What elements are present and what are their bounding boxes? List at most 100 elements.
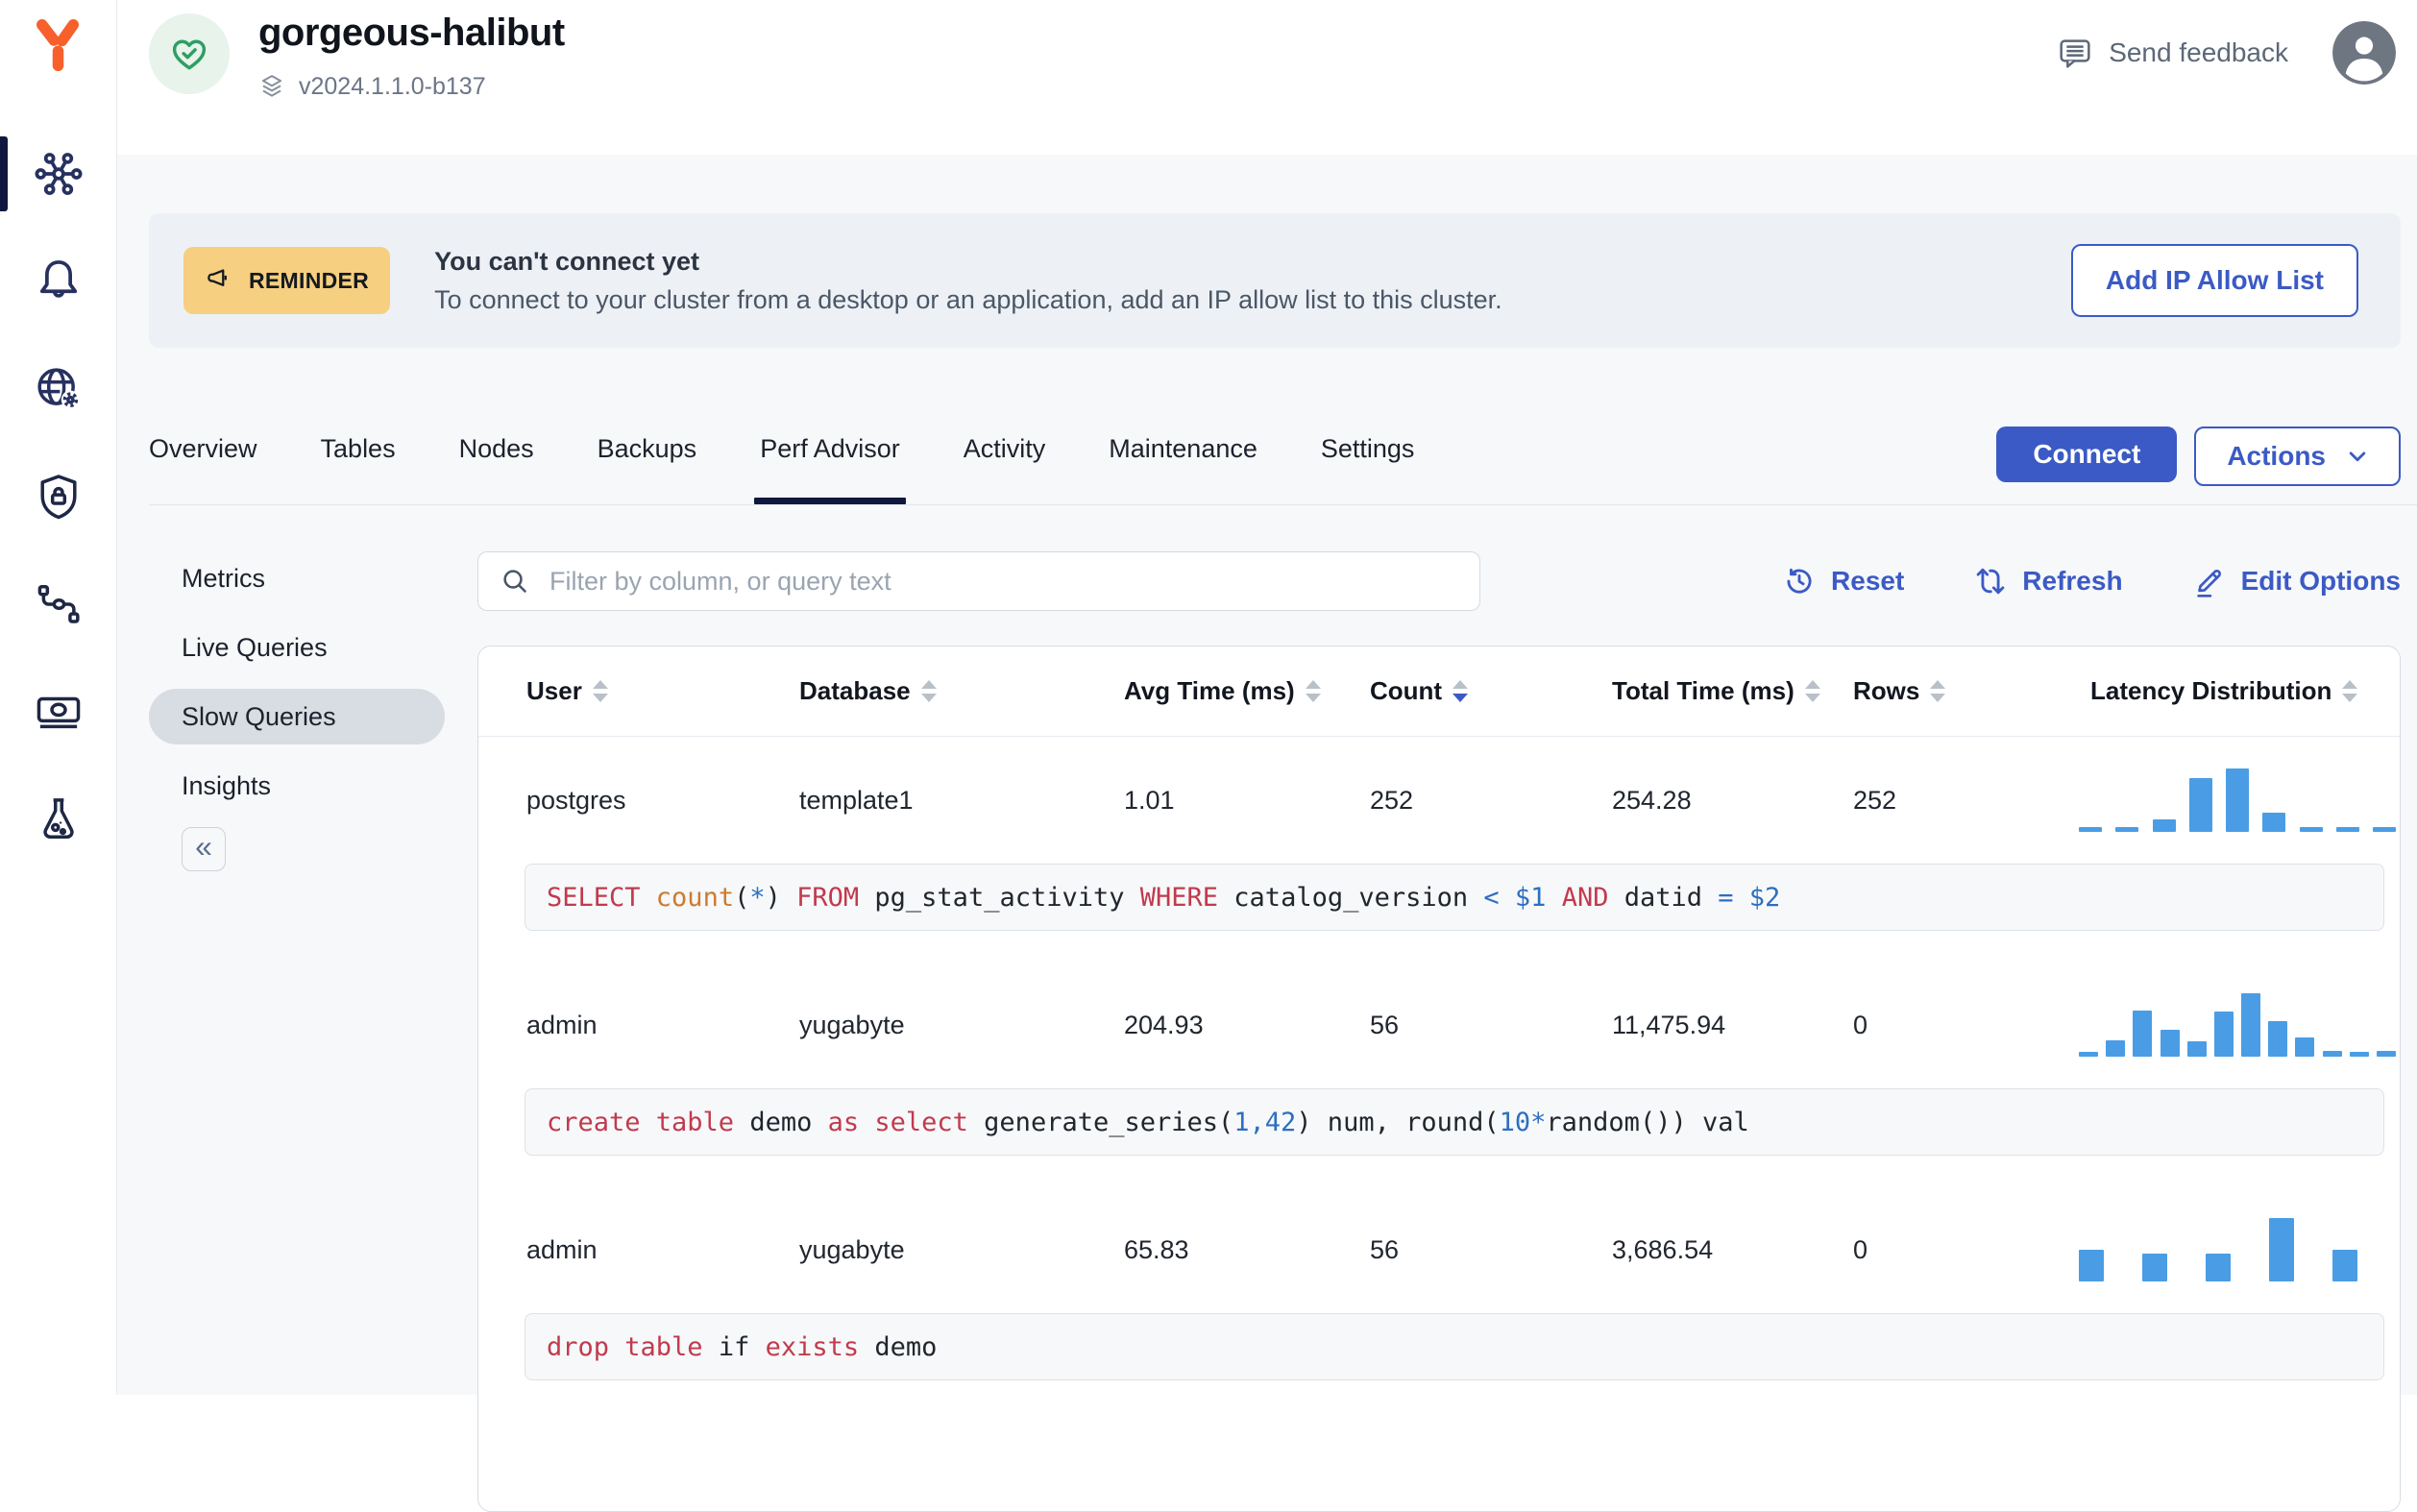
- sort-up-arrow: [1453, 680, 1469, 689]
- cell-avg-time-ms: 65.83: [1124, 1234, 1189, 1264]
- reminder-banner: REMINDER You can't connect yet To connec…: [149, 213, 2401, 348]
- latency-histogram: [2079, 1218, 2357, 1281]
- edit-pencil-icon: [2196, 570, 2221, 597]
- sidebar-item-integrations[interactable]: [32, 577, 85, 631]
- slow-queries-table: User Database Avg Time (ms) Count Total Time…: [477, 646, 2401, 1512]
- banner-text: You can't connect yet To connect to your…: [434, 247, 1502, 315]
- sql-token: pg_stat_activity: [874, 882, 1140, 913]
- tab-tables[interactable]: Tables: [321, 434, 396, 504]
- panel-toolbar: Reset Refresh: [477, 550, 2401, 612]
- sort-icon: [592, 680, 608, 702]
- histogram-bar: [2133, 1011, 2153, 1057]
- table-body: postgres template1 1.01 252 254.28 252 SELECT …: [478, 737, 2400, 1380]
- reset-button[interactable]: Reset: [1782, 564, 1904, 598]
- table-row[interactable]: postgres template1 1.01 252 254.28 252: [478, 737, 2400, 864]
- sort-down-arrow: [2342, 694, 2358, 702]
- histogram-bar: [2079, 1250, 2104, 1281]
- cell-user: postgres: [526, 785, 626, 815]
- sql-token: FROM: [796, 882, 875, 913]
- column-header-user[interactable]: User: [526, 676, 799, 706]
- toolbar-links: Reset Refresh Edit Options: [1782, 564, 2401, 598]
- subnav-item-live-queries[interactable]: Live Queries: [149, 620, 445, 675]
- subnav-item-metrics[interactable]: Metrics: [149, 550, 445, 606]
- shield-lock-icon: [39, 475, 77, 520]
- tab-activity[interactable]: Activity: [964, 434, 1046, 504]
- sql-token: =: [1718, 882, 1749, 913]
- sidebar-item-billing[interactable]: [32, 685, 85, 739]
- cell-user: admin: [526, 1234, 598, 1264]
- sql-token: *: [1530, 1107, 1547, 1137]
- cell-user: admin: [526, 1010, 598, 1039]
- column-header-rows[interactable]: Rows: [1853, 676, 2090, 706]
- sort-icon: [1453, 680, 1469, 702]
- sidebar-item-network[interactable]: [32, 362, 85, 416]
- sidebar-item-security[interactable]: [32, 470, 85, 524]
- bell-icon: [39, 260, 77, 298]
- sql-token: 10: [1499, 1107, 1531, 1137]
- tab-label: Backups: [597, 434, 697, 463]
- avatar-person-icon: [2332, 21, 2396, 85]
- filter-input[interactable]: [548, 565, 1460, 597]
- sql-token: drop table: [547, 1331, 719, 1362]
- version-label: v2024.1.1.0-b137: [299, 72, 486, 100]
- histogram-bar: [2152, 819, 2176, 832]
- sql-token: datid: [1624, 882, 1719, 913]
- tab-settings[interactable]: Settings: [1321, 434, 1415, 504]
- tab-overview[interactable]: Overview: [149, 434, 257, 504]
- refresh-button[interactable]: Refresh: [1973, 564, 2123, 598]
- histogram-bar: [2188, 778, 2212, 832]
- tab-backups[interactable]: Backups: [598, 434, 697, 504]
- tab-maintenance[interactable]: Maintenance: [1109, 434, 1257, 504]
- edit-options-button[interactable]: Edit Options: [2192, 564, 2401, 598]
- column-header-total-time-ms[interactable]: Total Time (ms): [1612, 676, 1853, 706]
- subnav-item-slow-queries[interactable]: Slow Queries: [149, 689, 445, 744]
- refresh-label: Refresh: [2022, 566, 2123, 596]
- table-row[interactable]: admin yugabyte 65.83 56 3,686.54 0: [478, 1186, 2400, 1313]
- column-header-database[interactable]: Database: [799, 676, 1124, 706]
- sort-icon: [1930, 680, 1946, 702]
- sql-token: <: [1483, 882, 1515, 913]
- column-header-latency-distribution[interactable]: Latency Distribution: [2090, 676, 2384, 706]
- histogram-bar: [2115, 827, 2139, 832]
- active-tab-underline: [754, 498, 906, 504]
- tab-buttons: Connect Actions: [1996, 427, 2401, 486]
- banner-message: To connect to your cluster from a deskto…: [434, 284, 1502, 314]
- column-header-avg-time-ms[interactable]: Avg Time (ms): [1124, 676, 1370, 706]
- cluster-version: v2024.1.1.0-b137: [256, 71, 486, 102]
- sort-down-arrow: [592, 694, 608, 702]
- connect-button[interactable]: Connect: [1996, 427, 2178, 482]
- histogram-bar: [2349, 1052, 2369, 1057]
- topbar-right: Send feedback: [2056, 21, 2396, 85]
- table-row[interactable]: admin yugabyte 204.93 56 11,475.94 0: [478, 962, 2400, 1088]
- add-ip-allow-list-button[interactable]: Add IP Allow List: [2070, 244, 2358, 317]
- histogram-bar: [2226, 768, 2249, 832]
- yugabyte-logo-icon[interactable]: [29, 15, 86, 75]
- sidebar-item-alerts[interactable]: [32, 255, 85, 308]
- user-avatar[interactable]: [2332, 21, 2396, 85]
- megaphone-icon: [208, 269, 227, 286]
- actions-button[interactable]: Actions: [2194, 427, 2401, 486]
- sidebar-item-clusters[interactable]: [32, 147, 85, 201]
- perf-advisor-body: Metrics Live Queries Slow Queries Insights …: [149, 505, 2417, 1512]
- sql-token: ): [765, 882, 797, 913]
- sql-token: exists: [765, 1331, 875, 1362]
- sql-token: random()) val: [1546, 1107, 1749, 1137]
- subnav-item-insights[interactable]: Insights: [149, 758, 445, 814]
- histogram-bar: [2079, 827, 2102, 832]
- column-header-count[interactable]: Count: [1370, 676, 1612, 706]
- tab-nodes[interactable]: Nodes: [459, 434, 534, 504]
- app-sidebar: [0, 0, 117, 1395]
- collapse-sidebar-button[interactable]: «: [182, 827, 226, 871]
- histogram-bar: [2160, 1030, 2180, 1057]
- reset-history-icon: [1787, 568, 1812, 594]
- sort-icon: [2342, 680, 2358, 702]
- banknote-icon: [37, 696, 80, 729]
- sidebar-item-labs[interactable]: [32, 793, 85, 846]
- send-feedback-button[interactable]: Send feedback: [2056, 34, 2288, 72]
- tab-perf-advisor[interactable]: Perf Advisor: [754, 434, 906, 504]
- column-label: Latency Distribution: [2090, 676, 2332, 705]
- sort-up-arrow: [1305, 680, 1321, 689]
- cell-rows: 0: [1853, 1234, 1868, 1264]
- cell-count: 56: [1370, 1234, 1400, 1264]
- histogram-bar: [2376, 1051, 2396, 1057]
